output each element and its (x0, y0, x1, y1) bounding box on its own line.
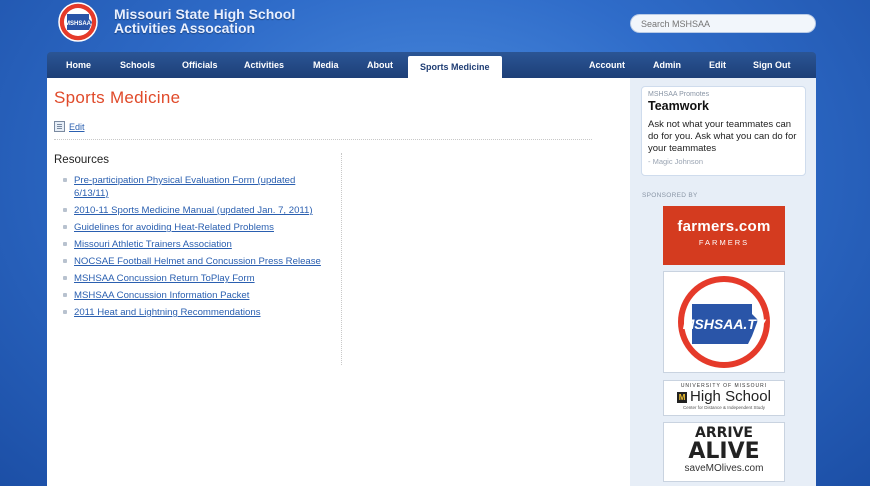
promo-kicker: MSHSAA Promotes (648, 91, 710, 98)
nav-sports-medicine[interactable]: Sports Medicine (408, 56, 502, 78)
sponsored-label: SPONSORED BY (642, 192, 698, 199)
site-title: Missouri State High School Activities As… (114, 7, 295, 35)
mu-high-school-ad[interactable]: UNIVERSITY OF MISSOURI M High School Cen… (663, 380, 785, 416)
mshsaa-tv-ad[interactable]: MSHSAA.TV (663, 271, 785, 373)
resources-list: Pre-participation Physical Evaluation Fo… (61, 174, 331, 323)
nav-sign-out[interactable]: Sign Out (753, 52, 791, 78)
hs-ad-sub: Center for Distance & Independent Study (682, 405, 766, 410)
edit-link[interactable]: Edit (54, 121, 85, 132)
nav-activities[interactable]: Activities (244, 52, 284, 78)
nav-schools[interactable]: Schools (120, 52, 155, 78)
promo-title: Teamwork (648, 99, 709, 113)
farmers-ad[interactable]: farmers.com FARMERS (663, 206, 785, 265)
promo-author: - Magic Johnson (648, 157, 704, 166)
nav-account[interactable]: Account (589, 52, 625, 78)
promo-box: MSHSAA Promotes Teamwork Ask not what yo… (641, 86, 806, 176)
promo-quote: Ask not what your teammates can do for y… (648, 119, 797, 154)
nav-media[interactable]: Media (313, 52, 339, 78)
farmers-ad-title: farmers.com (677, 218, 771, 235)
site-title-line2: Activities Assocation (114, 20, 256, 36)
alive-ad-line2: ALIVE (688, 439, 760, 464)
nav-admin[interactable]: Admin (653, 52, 681, 78)
sidebar: MSHSAA Promotes Teamwork Ask not what yo… (630, 78, 816, 486)
search-input[interactable] (630, 14, 816, 33)
arrive-alive-ad[interactable]: ARRIVE ALIVE saveMOlives.com (663, 422, 785, 482)
mshsaa-tv-text: MSHSAA.TV (683, 316, 767, 332)
nav-home[interactable]: Home (66, 52, 91, 78)
page-title: Sports Medicine (54, 88, 181, 107)
resource-link[interactable]: MSHSAA Concussion Information Packet (61, 289, 331, 302)
resource-link[interactable]: Guidelines for avoiding Heat-Related Pro… (61, 221, 331, 234)
resources-heading: Resources (54, 154, 109, 166)
farmers-ad-sub: FARMERS (698, 238, 750, 247)
resource-link[interactable]: Missouri Athletic Trainers Association (61, 238, 331, 251)
column-divider (341, 153, 342, 365)
nav-edit[interactable]: Edit (709, 52, 726, 78)
resource-link[interactable]: MSHSAA Concussion Return ToPlay Form (61, 272, 331, 285)
resource-link[interactable]: NOCSAE Football Helmet and Concussion Pr… (61, 255, 331, 268)
mizzou-icon: M (677, 391, 688, 403)
mshsaa-logo[interactable]: MSHSAA (56, 2, 100, 42)
mshsaa-tv-logo: MSHSAA.TV (678, 276, 770, 368)
hs-ad-title: High School (690, 388, 771, 405)
nav-about[interactable]: About (367, 52, 393, 78)
resource-link[interactable]: 2011 Heat and Lightning Recommendations (61, 306, 331, 319)
logo-text: MSHSAA (65, 21, 92, 27)
edit-label: Edit (69, 121, 85, 132)
site-title-line1: Missouri State High School (114, 6, 296, 22)
main-content: Sports Medicine Edit Resources Pre-parti… (47, 78, 630, 486)
content-divider (54, 139, 592, 140)
nav-officials[interactable]: Officials (182, 52, 218, 78)
resource-link[interactable]: 2010-11 Sports Medicine Manual (updated … (61, 204, 331, 217)
main-nav: Home Schools Officials Activities Media … (47, 52, 816, 78)
edit-icon (54, 121, 65, 132)
alive-ad-url: saveMOlives.com (684, 463, 764, 474)
resource-link[interactable]: Pre-participation Physical Evaluation Fo… (61, 174, 331, 200)
